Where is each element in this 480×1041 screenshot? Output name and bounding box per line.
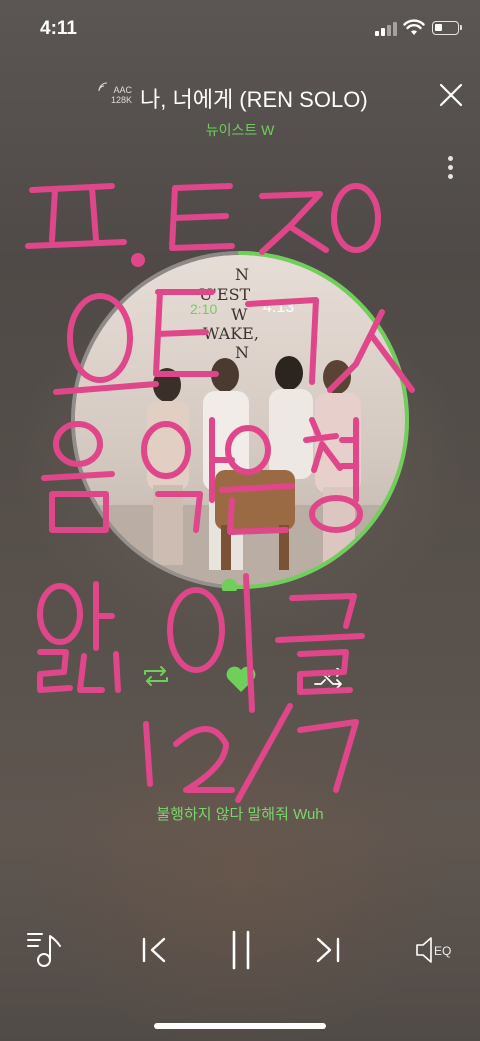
speaker-icon xyxy=(416,937,432,963)
battery-icon xyxy=(432,21,462,35)
artist-name[interactable]: 뉴이스트 W xyxy=(0,120,480,140)
quality-wave-icon xyxy=(98,82,108,92)
progress-ring[interactable] xyxy=(69,249,411,591)
playlist-icon[interactable] xyxy=(26,930,66,968)
previous-track-button[interactable] xyxy=(140,935,170,965)
elapsed-time: 2:10 xyxy=(190,301,218,317)
total-time: 4:13 xyxy=(263,299,295,316)
status-time: 4:11 xyxy=(40,18,77,39)
like-heart-button[interactable] xyxy=(224,664,258,694)
home-indicator[interactable] xyxy=(154,1023,326,1029)
shuffle-button[interactable] xyxy=(313,668,345,688)
wifi-icon xyxy=(403,19,425,35)
cellular-signal-icon xyxy=(375,22,397,36)
current-lyric-line[interactable]: 불행하지 않다 말해줘 Wuh xyxy=(0,803,480,824)
song-title: 나, 너에게 (REN SOLO) xyxy=(140,87,368,112)
close-button[interactable] xyxy=(436,80,466,110)
next-track-button[interactable] xyxy=(312,935,342,965)
album-art-container[interactable]: N U'EST W WAKE, N xyxy=(69,249,411,591)
equalizer-button[interactable]: EQ xyxy=(415,935,463,965)
repeat-button[interactable] xyxy=(141,665,171,687)
more-options-button[interactable] xyxy=(440,152,460,184)
pause-button[interactable] xyxy=(224,928,258,972)
audio-quality-badge: AAC 128K xyxy=(98,82,132,108)
status-bar: 4:11 xyxy=(0,0,480,60)
bitrate-label: 128K xyxy=(110,95,132,105)
progress-knob[interactable] xyxy=(221,578,238,591)
eq-label: EQ xyxy=(434,944,452,958)
